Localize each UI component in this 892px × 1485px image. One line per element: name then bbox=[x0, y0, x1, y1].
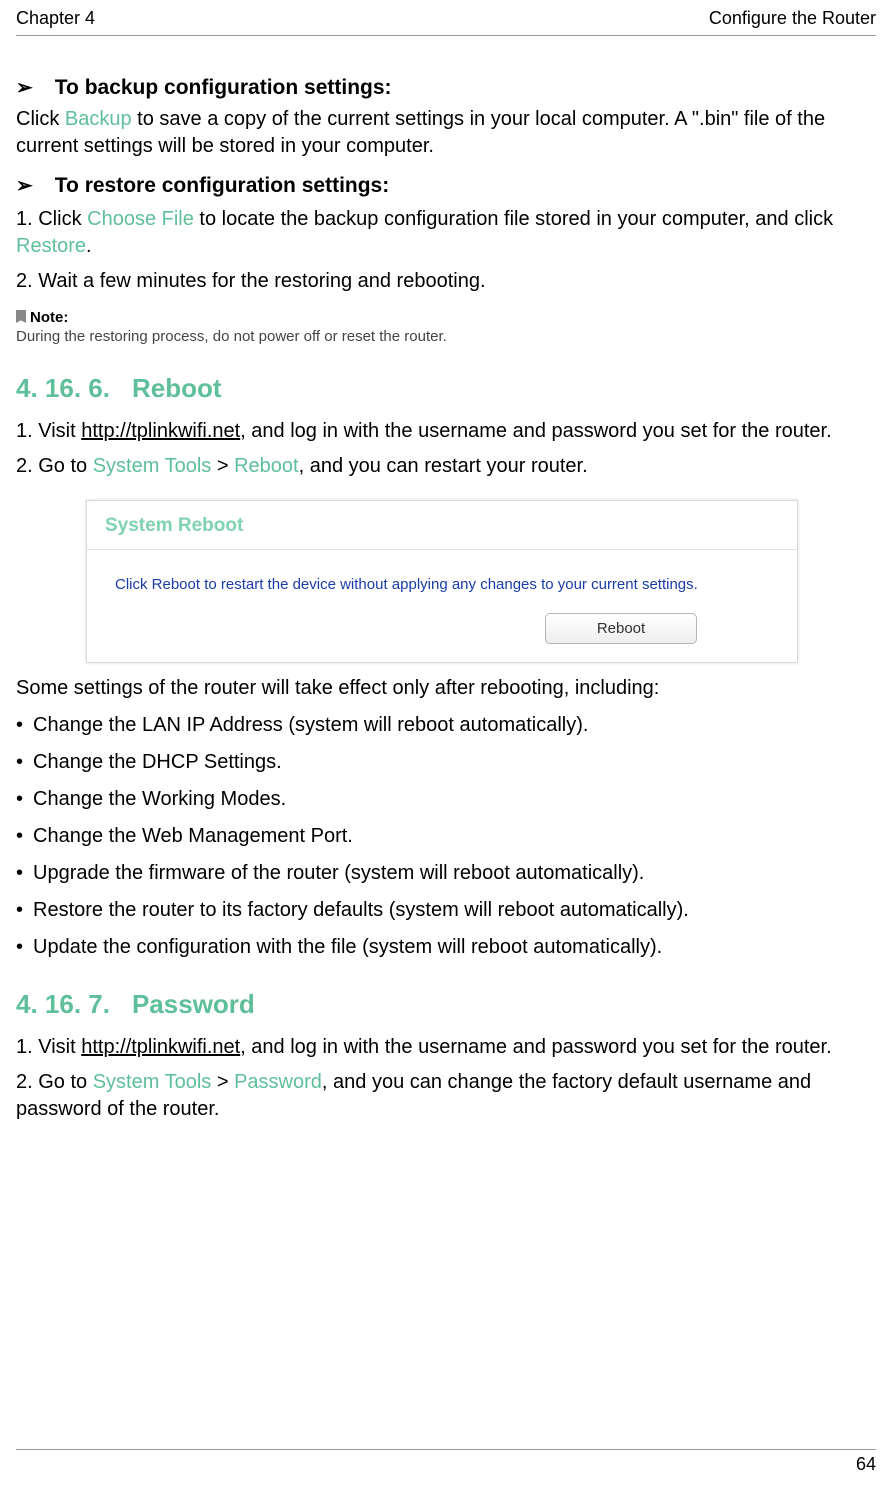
password-nav: Password bbox=[234, 1071, 322, 1093]
password-step2-pre: 2. Go to bbox=[16, 1071, 93, 1093]
section-reboot-num: 4. 16. 6. bbox=[16, 373, 110, 403]
restore-step1-mid: to locate the backup configuration file … bbox=[194, 208, 833, 230]
restore-action: Restore bbox=[16, 235, 86, 257]
password-step1-post: , and log in with the username and passw… bbox=[240, 1036, 831, 1058]
reboot-button[interactable]: Reboot bbox=[545, 613, 697, 644]
list-item: Change the Working Modes. bbox=[16, 786, 876, 813]
tplink-link[interactable]: http://tplinkwifi.net bbox=[81, 420, 240, 442]
system-tools-nav: System Tools bbox=[93, 1071, 212, 1093]
nav-separator: > bbox=[211, 455, 234, 477]
reboot-step-1: 1. Visit http://tplinkwifi.net, and log … bbox=[16, 418, 876, 445]
list-item: Upgrade the firmware of the router (syst… bbox=[16, 860, 876, 887]
password-step-2: 2. Go to System Tools > Password, and yo… bbox=[16, 1069, 876, 1123]
password-step1-pre: 1. Visit bbox=[16, 1036, 81, 1058]
reboot-nav: Reboot bbox=[234, 455, 299, 477]
section-reboot-title: Reboot bbox=[132, 373, 222, 403]
backup-heading: ➢ To backup configuration settings: bbox=[16, 76, 876, 100]
page-header: Chapter 4 Configure the Router bbox=[16, 8, 876, 36]
header-title: Configure the Router bbox=[709, 8, 876, 29]
arrow-icon: ➢ bbox=[16, 78, 33, 98]
note-label: Note: bbox=[16, 309, 876, 326]
restore-step1-end: . bbox=[86, 235, 92, 257]
reboot-step-2: 2. Go to System Tools > Reboot, and you … bbox=[16, 453, 876, 480]
restore-step-1: 1. Click Choose File to locate the backu… bbox=[16, 206, 876, 260]
reboot-after-paragraph: Some settings of the router will take ef… bbox=[16, 675, 876, 702]
list-item: Restore the router to its factory defaul… bbox=[16, 897, 876, 924]
section-password-title: Password bbox=[132, 989, 255, 1019]
reboot-step1-post: , and log in with the username and passw… bbox=[240, 420, 831, 442]
restore-step1-pre: 1. Click bbox=[16, 208, 87, 230]
note-text: During the restoring process, do not pow… bbox=[16, 328, 876, 345]
reboot-step2-post: , and you can restart your router. bbox=[299, 455, 588, 477]
section-password-heading: 4. 16. 7. Password bbox=[16, 989, 876, 1020]
reboot-step1-pre: 1. Visit bbox=[16, 420, 81, 442]
section-password-num: 4. 16. 7. bbox=[16, 989, 110, 1019]
backup-paragraph: Click Backup to save a copy of the curre… bbox=[16, 106, 876, 160]
system-reboot-panel-title: System Reboot bbox=[87, 501, 797, 550]
backup-action: Backup bbox=[65, 108, 132, 130]
section-reboot-heading: 4. 16. 6. Reboot bbox=[16, 373, 876, 404]
restore-heading-text: To restore configuration settings: bbox=[55, 174, 389, 198]
page-number: 64 bbox=[16, 1449, 876, 1475]
list-item: Change the LAN IP Address (system will r… bbox=[16, 712, 876, 739]
backup-pre: Click bbox=[16, 108, 65, 130]
restore-heading: ➢ To restore configuration settings: bbox=[16, 174, 876, 198]
system-reboot-panel: System Reboot Click Reboot to restart th… bbox=[86, 500, 798, 663]
restore-step-2: 2. Wait a few minutes for the restoring … bbox=[16, 268, 876, 295]
reboot-bullet-list: Change the LAN IP Address (system will r… bbox=[16, 712, 876, 961]
arrow-icon: ➢ bbox=[16, 176, 33, 196]
choose-file-action: Choose File bbox=[87, 208, 194, 230]
backup-post: to save a copy of the current settings i… bbox=[16, 108, 825, 157]
list-item: Change the Web Management Port. bbox=[16, 823, 876, 850]
system-reboot-panel-body: Click Reboot to restart the device witho… bbox=[87, 550, 797, 662]
backup-heading-text: To backup configuration settings: bbox=[55, 76, 392, 100]
system-reboot-desc: Click Reboot to restart the device witho… bbox=[115, 576, 769, 593]
password-step-1: 1. Visit http://tplinkwifi.net, and log … bbox=[16, 1034, 876, 1061]
reboot-step2-pre: 2. Go to bbox=[16, 455, 93, 477]
system-tools-nav: System Tools bbox=[93, 455, 212, 477]
header-chapter: Chapter 4 bbox=[16, 8, 95, 29]
list-item: Change the DHCP Settings. bbox=[16, 749, 876, 776]
list-item: Update the configuration with the file (… bbox=[16, 934, 876, 961]
nav-separator: > bbox=[211, 1071, 234, 1093]
tplink-link[interactable]: http://tplinkwifi.net bbox=[81, 1036, 240, 1058]
